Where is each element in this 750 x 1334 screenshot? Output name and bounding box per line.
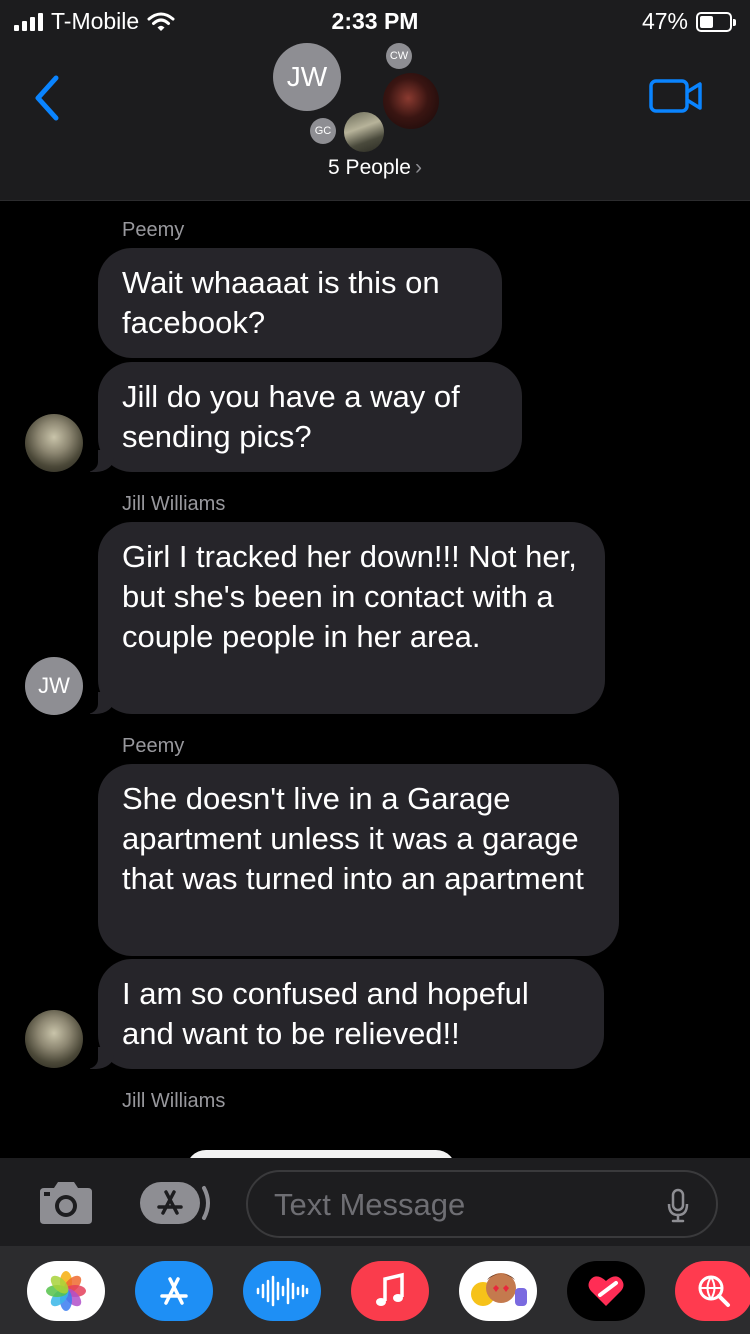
battery-percent: 47% (641, 8, 688, 34)
message-input[interactable]: Text Message (246, 1170, 718, 1238)
sender-name: Peemy (122, 219, 185, 241)
camera-icon[interactable] (36, 1180, 96, 1226)
input-bar: Text Message (0, 1158, 750, 1246)
sender-name: Jill Williams (122, 1090, 226, 1112)
video-call-icon[interactable] (648, 76, 704, 116)
digital-touch-icon[interactable] (567, 1261, 645, 1321)
group-details-link[interactable]: 5 People › (0, 156, 750, 180)
sender-name: Peemy (122, 735, 185, 757)
status-bar: T-Mobile 2:33 PM 47% (0, 0, 750, 40)
conversation-header: JW CW GC 5 People › (0, 40, 750, 201)
sender-name: Jill Williams (122, 493, 226, 515)
message-bubble[interactable]: I am so confused and hopeful and want to… (84, 959, 604, 1069)
app-store-icon[interactable] (135, 1261, 213, 1321)
app-drawer (0, 1246, 750, 1334)
battery-icon (696, 11, 736, 32)
audio-messages-icon[interactable] (243, 1261, 321, 1321)
group-avatar-main[interactable]: JW (273, 43, 341, 111)
member-avatar-cw: CW (386, 43, 412, 69)
message-bubble[interactable]: Wait whaaaat is this on facebook? (98, 248, 502, 358)
app-store-icon[interactable] (138, 1180, 214, 1226)
back-chevron-icon[interactable] (28, 70, 68, 126)
message-bubble[interactable]: Girl I tracked her down!!! Not her, but … (84, 522, 605, 714)
message-text: Girl I tracked her down!!! Not her, but … (122, 539, 577, 654)
memoji-icon[interactable] (459, 1261, 537, 1321)
member-avatar-photo-small (344, 112, 384, 152)
message-text: Jill do you have a way of sending pics? (122, 379, 460, 454)
message-input-placeholder: Text Message (274, 1187, 466, 1222)
microphone-icon[interactable] (666, 1188, 690, 1224)
message-bubble[interactable]: She doesn't live in a Garage apartment u… (98, 764, 619, 956)
member-avatar-photo (383, 73, 439, 129)
member-avatar-cw-initials: CW (389, 50, 409, 62)
member-avatar-gc-initials: GC (314, 125, 332, 137)
web-images-icon[interactable] (675, 1261, 750, 1321)
sender-avatar-photo[interactable] (25, 414, 83, 472)
sender-avatar-jw[interactable]: JW (25, 657, 83, 715)
sender-avatar-initials: JW (38, 673, 70, 698)
member-avatar-gc: GC (310, 118, 336, 144)
message-bubble[interactable]: Jill do you have a way of sending pics? (84, 362, 522, 472)
chevron-right-icon: › (414, 156, 422, 179)
people-count-label: 5 People (328, 156, 411, 179)
music-icon[interactable] (351, 1261, 429, 1321)
photos-icon[interactable] (27, 1261, 105, 1321)
group-avatar-initials: JW (286, 61, 328, 92)
sender-avatar-photo[interactable] (25, 1010, 83, 1068)
clock: 2:33 PM (331, 8, 419, 34)
message-text: I am so confused and hopeful and want to… (122, 976, 529, 1051)
battery-group: 47% (641, 8, 736, 35)
